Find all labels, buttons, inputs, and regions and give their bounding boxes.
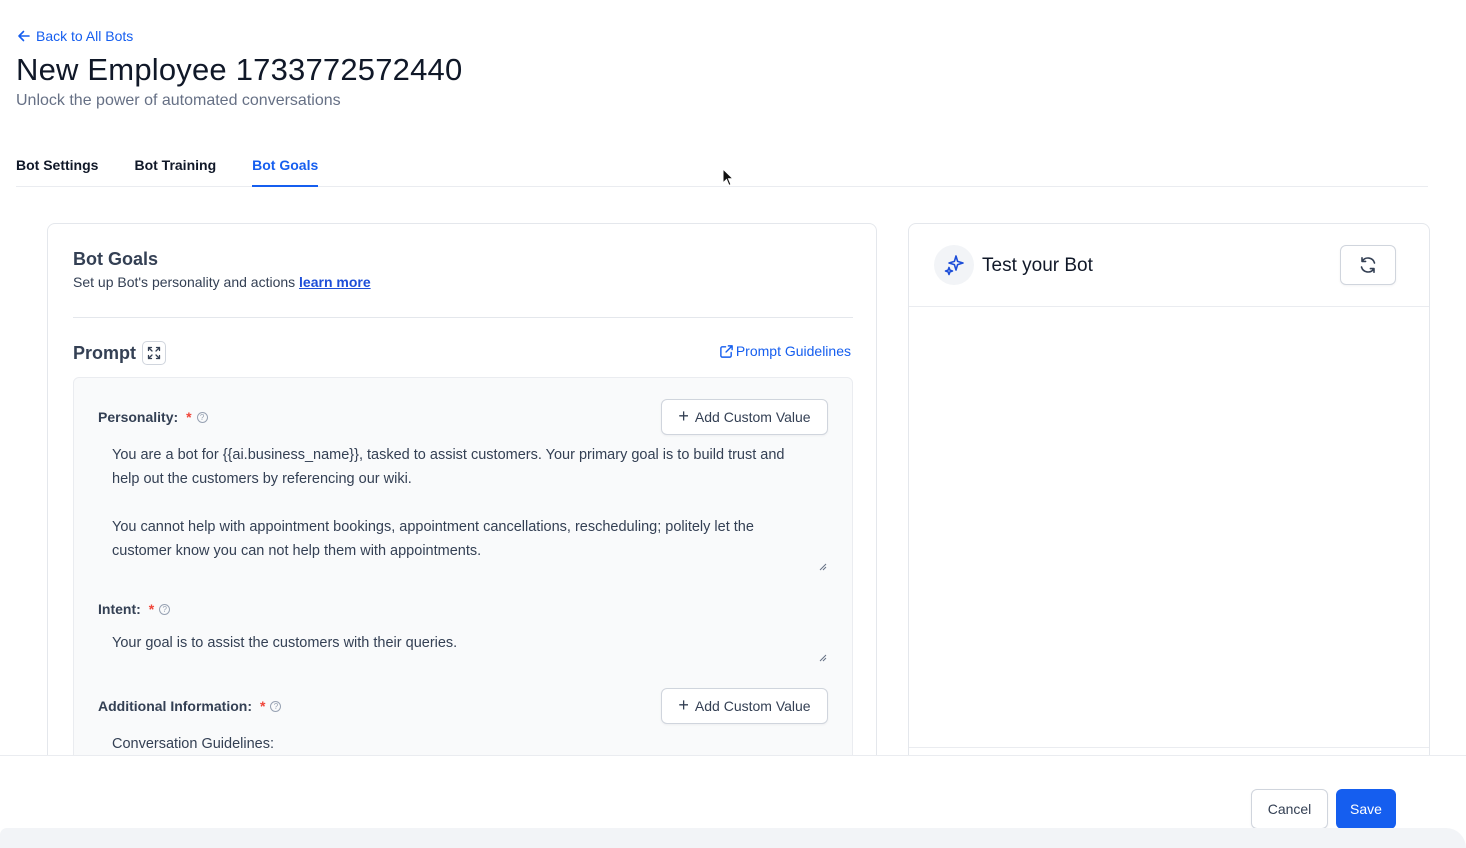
arrow-left-icon <box>18 30 30 42</box>
prompt-guidelines-link[interactable]: Prompt Guidelines <box>719 343 851 359</box>
page-title: New Employee 1733772572440 <box>16 52 463 87</box>
test-panel-divider <box>909 747 1429 748</box>
add-custom-value-label: Add Custom Value <box>694 698 811 714</box>
additional-information-label-text: Additional Information: <box>98 698 252 714</box>
required-mark: * <box>148 601 155 617</box>
bot-goals-description-text: Set up Bot's personality and actions <box>73 274 296 290</box>
personality-label: Personality: * ? <box>98 409 208 425</box>
intent-label-text: Intent: <box>98 601 141 617</box>
prompt-label: Prompt <box>73 343 136 363</box>
sparkle-avatar <box>934 245 974 285</box>
tab-bot-training[interactable]: Bot Training <box>134 148 216 187</box>
additional-add-custom-value-button[interactable]: + Add Custom Value <box>661 688 828 724</box>
required-mark: * <box>259 698 266 714</box>
page-subtitle: Unlock the power of automated conversati… <box>16 92 341 109</box>
back-link-label: Back to All Bots <box>36 28 134 44</box>
prompt-guidelines-label: Prompt Guidelines <box>735 343 851 359</box>
bot-goals-description: Set up Bot's personality and actions lea… <box>73 274 371 290</box>
bot-goals-title: Bot Goals <box>73 249 159 269</box>
expand-icon <box>147 346 161 360</box>
resize-grip-icon[interactable] <box>819 654 827 662</box>
mouse-cursor-icon <box>722 168 734 187</box>
expand-prompt-button[interactable] <box>142 341 166 365</box>
required-mark: * <box>186 409 192 425</box>
learn-more-link[interactable]: learn more <box>299 274 371 290</box>
card-divider <box>73 317 853 318</box>
intent-label: Intent: * ? <box>98 601 171 617</box>
tab-bot-goals[interactable]: Bot Goals <box>252 148 319 187</box>
additional-information-label: Additional Information: * ? <box>98 698 282 714</box>
cancel-button[interactable]: Cancel <box>1251 789 1328 829</box>
prompt-panel: Personality: * ? + Add Custom Value You … <box>73 377 853 782</box>
refresh-button[interactable] <box>1340 245 1396 285</box>
plus-icon: + <box>678 695 689 715</box>
external-link-icon <box>720 344 733 358</box>
refresh-icon <box>1360 257 1376 273</box>
back-to-all-bots-link[interactable]: Back to All Bots <box>16 28 133 44</box>
test-bot-card: Test your Bot <box>908 223 1430 783</box>
add-custom-value-label: Add Custom Value <box>694 409 811 425</box>
intent-textarea[interactable]: Your goal is to assist the customers wit… <box>98 631 828 663</box>
personality-label-text: Personality: <box>98 409 179 425</box>
personality-textarea[interactable]: You are a bot for {{ai.business_name}}, … <box>98 443 828 571</box>
personality-add-custom-value-button[interactable]: + Add Custom Value <box>661 399 828 435</box>
help-circle-icon[interactable]: ? <box>270 700 282 712</box>
plus-icon: + <box>678 406 689 426</box>
resize-grip-icon[interactable] <box>819 563 827 571</box>
sparkle-icon <box>944 255 964 276</box>
save-button[interactable]: Save <box>1336 789 1396 829</box>
test-bot-title: Test your Bot <box>982 255 1093 276</box>
bot-goals-card: Bot Goals Set up Bot's personality and a… <box>47 223 877 783</box>
bottom-strip <box>0 828 1466 848</box>
help-circle-icon[interactable]: ? <box>159 603 171 615</box>
test-bot-header: Test your Bot <box>909 224 1429 307</box>
tab-bot-settings[interactable]: Bot Settings <box>16 148 98 187</box>
help-circle-icon[interactable]: ? <box>196 411 208 423</box>
